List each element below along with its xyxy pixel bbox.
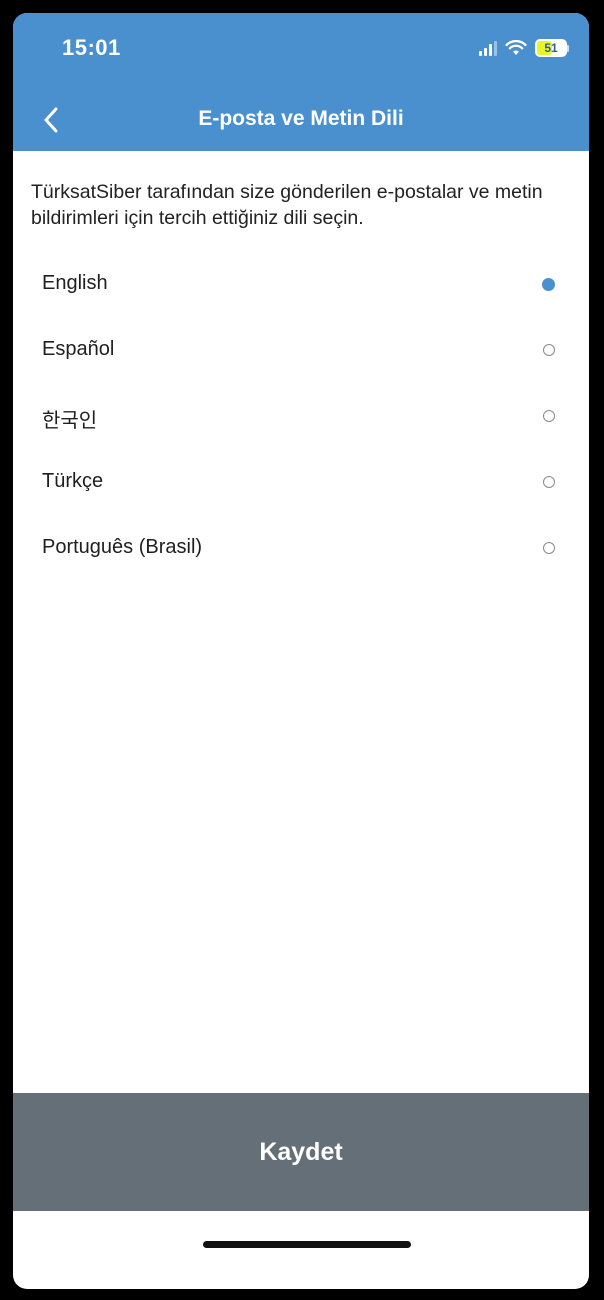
status-bar: 15:01 51 xyxy=(13,13,589,89)
language-option-turkish[interactable]: Türkçe xyxy=(13,449,589,515)
language-label: 한국인 xyxy=(42,410,98,432)
cellular-signal-icon xyxy=(479,40,497,56)
language-label: Türkçe xyxy=(42,470,104,492)
language-label: English xyxy=(42,272,108,294)
phone-screen: 15:01 51 E-posta ve Metin Dili TürksatSi… xyxy=(13,13,589,1289)
radio-button[interactable] xyxy=(543,410,555,422)
page-title: E-posta ve Metin Dili xyxy=(198,107,404,130)
radio-button[interactable] xyxy=(543,476,555,488)
save-button-label: Kaydet xyxy=(259,1137,343,1166)
radio-button[interactable] xyxy=(542,278,555,291)
language-label: Português (Brasil) xyxy=(42,536,203,558)
language-option-spanish[interactable]: Español xyxy=(13,317,589,383)
radio-button[interactable] xyxy=(543,542,555,554)
status-time: 15:01 xyxy=(62,35,121,60)
description-text: TürksatSiber tarafından size gönderilen … xyxy=(31,181,543,229)
language-option-portuguese[interactable]: Português (Brasil) xyxy=(13,515,589,581)
wifi-icon xyxy=(505,40,527,55)
language-option-korean[interactable]: 한국인 xyxy=(13,383,589,449)
language-label: Español xyxy=(42,338,115,360)
navigation-bar: E-posta ve Metin Dili xyxy=(13,89,589,151)
language-option-english[interactable]: English xyxy=(13,251,589,317)
battery-level: 51 xyxy=(544,41,558,55)
language-options: English Español 한국인 Türkçe Português (Br… xyxy=(13,251,589,581)
radio-button[interactable] xyxy=(543,344,555,356)
save-button[interactable]: Kaydet xyxy=(13,1093,589,1211)
status-icons: 51 xyxy=(479,37,569,59)
battery-icon: 51 xyxy=(535,39,569,57)
home-indicator xyxy=(203,1241,411,1248)
